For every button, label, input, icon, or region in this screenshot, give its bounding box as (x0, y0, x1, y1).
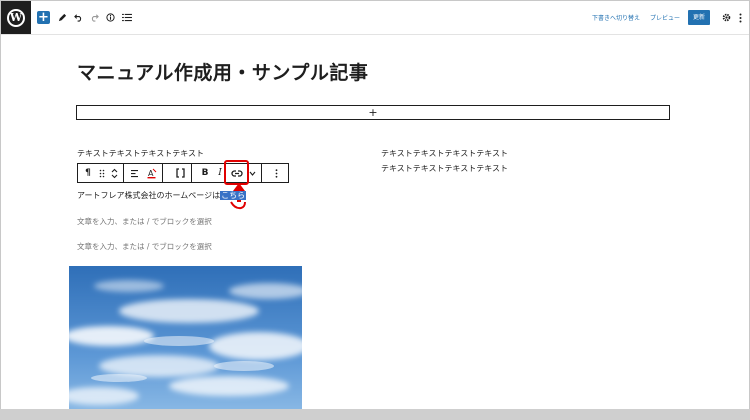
code-icon[interactable] (173, 164, 187, 182)
left-column-text[interactable]: テキストテキストテキストテキスト (77, 148, 204, 159)
save-draft-link[interactable]: 下書きへ切り替え (592, 13, 640, 22)
drag-handle-icon[interactable] (97, 164, 107, 182)
editor-window: W + 下書きへ切り替え プレビュー 更新 マニュアル作成用・サンプル記事 + (0, 0, 750, 420)
svg-text:A: A (148, 169, 154, 178)
block-toolbar: ¶ A B I (77, 163, 289, 183)
window-bottom-edge (0, 409, 750, 420)
paragraph-icon[interactable]: ¶ (81, 164, 95, 182)
empty-paragraph-1[interactable]: 文章を入力、または / でブロックを選択 (77, 216, 212, 227)
bold-button[interactable]: B (198, 164, 212, 182)
toolbar-separator (191, 164, 192, 182)
block-appender[interactable]: + (76, 105, 670, 120)
align-icon[interactable] (127, 164, 141, 182)
redo-icon[interactable] (89, 10, 99, 25)
editor-header: W + 下書きへ切り替え プレビュー 更新 (1, 1, 749, 35)
plus-icon: + (368, 106, 378, 119)
move-up-down-icon[interactable] (109, 164, 119, 182)
gear-icon[interactable] (721, 10, 731, 25)
undo-icon[interactable] (73, 10, 83, 25)
text-color-icon[interactable]: A (145, 164, 159, 182)
toolbar-separator (162, 164, 163, 182)
image-block[interactable] (69, 266, 302, 416)
paragraph-block[interactable]: アートフレア株式会社のホームページはこちら (77, 190, 247, 201)
list-view-icon[interactable] (121, 10, 133, 25)
paragraph-text: アートフレア株式会社のホームページは (77, 191, 221, 200)
right-column-line1[interactable]: テキストテキストテキストテキスト (381, 148, 508, 159)
selected-text[interactable]: こちら (220, 191, 247, 200)
info-icon[interactable] (105, 10, 115, 25)
more-vertical-icon[interactable] (736, 10, 744, 25)
pencil-icon[interactable] (57, 10, 67, 25)
empty-paragraph-2[interactable]: 文章を入力、または / でブロックを選択 (77, 241, 212, 252)
post-title[interactable]: マニュアル作成用・サンプル記事 (77, 58, 368, 85)
block-inserter-button[interactable]: + (37, 11, 50, 24)
update-button[interactable]: 更新 (688, 10, 710, 25)
preview-link[interactable]: プレビュー (650, 13, 680, 22)
wordpress-logo-icon[interactable]: W (1, 1, 31, 34)
right-column-line2[interactable]: テキストテキストテキストテキスト (381, 163, 508, 174)
toolbar-separator (261, 164, 262, 182)
more-options-icon[interactable] (270, 164, 282, 182)
toolbar-separator (123, 164, 124, 182)
